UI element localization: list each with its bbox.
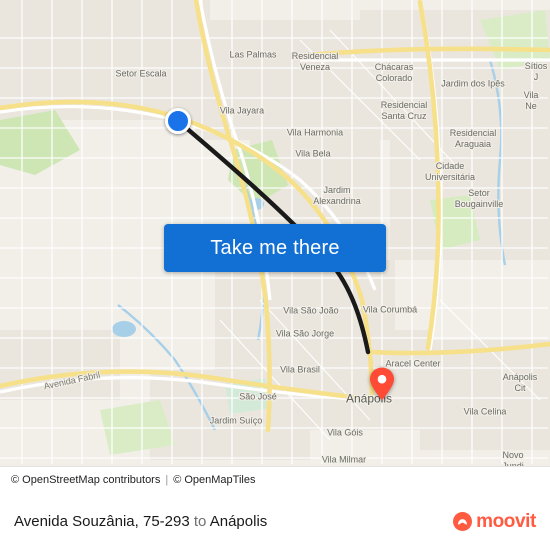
openmaptiles-attribution-link[interactable]: © OpenMapTiles [173, 474, 255, 486]
take-me-there-button[interactable]: Take me there [164, 224, 386, 272]
map-canvas[interactable]: Setor Escala Las Palmas Residencial Vene… [0, 0, 550, 466]
map-attribution-bar: © OpenStreetMap contributors | © OpenMap… [0, 466, 550, 493]
trip-destination-text: Anápolis [209, 513, 268, 530]
trip-origin-text: Avenida Souzânia, 75-293 [14, 513, 190, 530]
trip-summary: Avenida Souzânia, 75-293 to Anápolis [14, 513, 453, 530]
moovit-map-screen: Setor Escala Las Palmas Residencial Vene… [0, 0, 550, 550]
trip-to-text: to [193, 513, 207, 530]
moovit-wordmark: moovit [476, 510, 536, 532]
osm-attribution-link[interactable]: © OpenStreetMap contributors [11, 474, 160, 486]
attribution-separator: | [165, 474, 169, 486]
origin-dot-marker[interactable] [165, 108, 191, 134]
moovit-mark-icon [453, 512, 473, 531]
moovit-logo[interactable]: moovit [453, 511, 536, 533]
trip-footer: Avenida Souzânia, 75-293 to Anápolis moo… [0, 493, 550, 550]
